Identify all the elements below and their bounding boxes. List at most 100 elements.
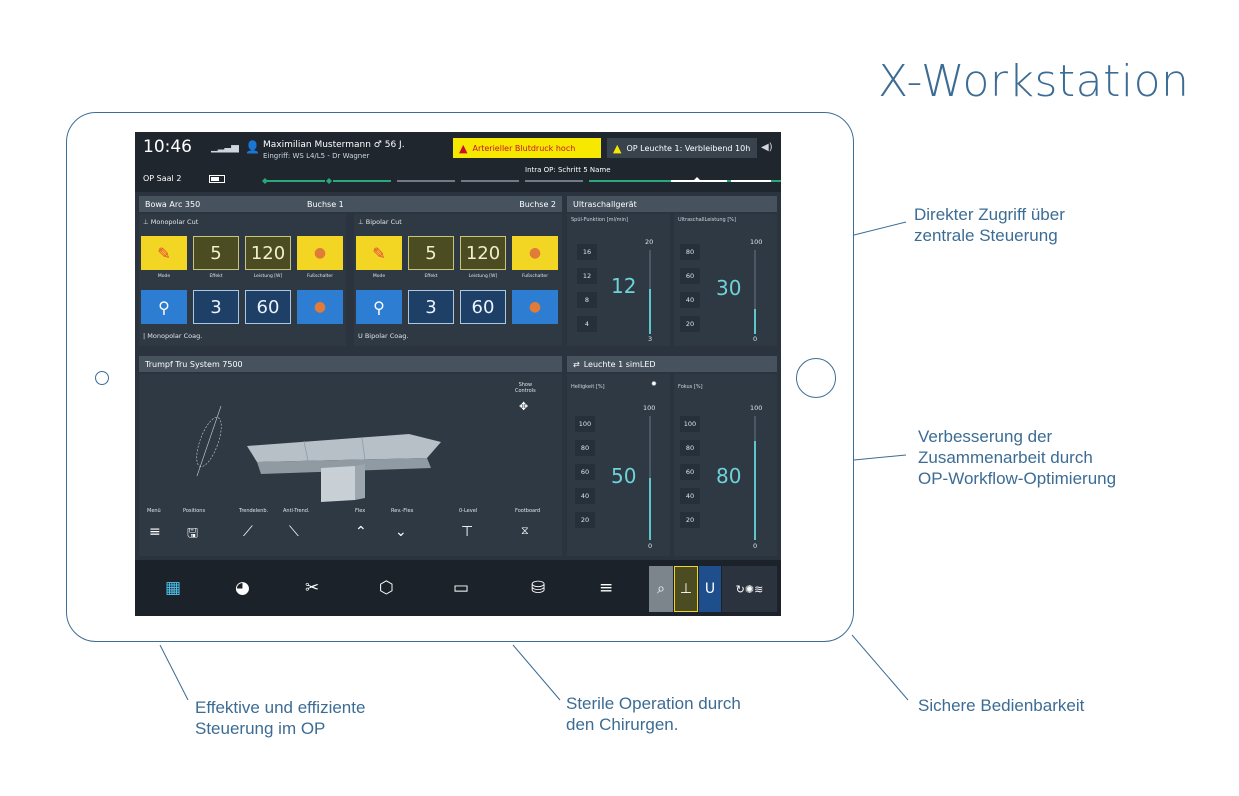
focus-scale-60: 60: [680, 464, 700, 480]
home-button[interactable]: [796, 358, 836, 398]
socket1-label: Buchse 1: [307, 199, 344, 209]
bi-cut-footswitch-button[interactable]: ●: [512, 236, 558, 270]
alert-text: OP Leuchte 1: Verbleibend 10h: [626, 143, 751, 153]
tablet-screen: 10:46 ▁▂▃▅ 👤 Maximilian Mustermann ♂ 56 …: [135, 132, 781, 616]
or-table-illustration: [196, 405, 441, 502]
ctl-footboard-label: Footboard: [515, 508, 541, 514]
annotation-direct-access: Direkter Zugriff über zentrale Steuerung: [914, 204, 1065, 246]
bipolar-cut-text: Bipolar Cut: [365, 218, 402, 226]
zero-level-icon[interactable]: ⊤: [461, 524, 473, 540]
camera-icon[interactable]: ◕: [235, 578, 250, 598]
bipolar-panel: ⊥ Bipolar Cut ✎ 5 120 ● Mode Effekt Leis…: [354, 214, 562, 346]
us-power-label: UltraschallLeistung [%]: [678, 217, 736, 223]
light-title: Leuchte 1 simLED: [583, 359, 656, 369]
bowa-header: Bowa Arc 350 Buchse 1 Buchse 2: [139, 196, 562, 212]
mono-coag-effekt[interactable]: 3: [193, 290, 239, 324]
ultrasound-header: Ultraschallgerät: [567, 196, 777, 212]
speaker-icon[interactable]: ◀): [761, 142, 773, 153]
focus-value: 80: [716, 464, 742, 488]
brightness-max: 100: [643, 404, 656, 412]
bi-cut-mode-button[interactable]: ✎: [356, 236, 402, 270]
workflow-step-label: Intra OP: Schritt 5 Name: [525, 166, 611, 174]
brightness-scale-60: 60: [575, 464, 595, 480]
bi-coag-footswitch-button[interactable]: ●: [512, 290, 558, 324]
rinse-scale-8: 8: [577, 292, 597, 308]
multi-tool-button[interactable]: ↻✺≋: [722, 566, 777, 612]
bi-cut-leistung[interactable]: 120: [460, 236, 506, 270]
us-power-scale-20: 20: [680, 316, 700, 332]
patient-info[interactable]: Maximilian Mustermann ♂ 56 J.: [263, 140, 405, 150]
bi-coag-mode-button[interactable]: ⚲: [356, 290, 402, 324]
procedure-info: Eingriff: WS L4/L5 - Dr Wagner: [263, 152, 370, 160]
warning-icon: ▲: [459, 141, 468, 155]
bi-coag-leistung[interactable]: 60: [460, 290, 506, 324]
scalpel-icon: ✎: [372, 243, 386, 263]
footboard-icon[interactable]: ⧖: [521, 524, 529, 538]
alert-op-light[interactable]: ▲ OP Leuchte 1: Verbleibend 10h: [607, 138, 757, 158]
rev-flex-icon[interactable]: ⌄: [395, 524, 407, 540]
battery-icon: [209, 175, 225, 183]
effekt-label: Effekt: [209, 274, 223, 279]
page: X-Workstation Direkter Zugriff über zent…: [0, 0, 1239, 796]
annotation-line: Verbesserung der: [918, 427, 1053, 446]
cube-icon[interactable]: ⬡: [379, 578, 394, 598]
flex-icon[interactable]: ⌃: [355, 524, 367, 540]
tools-icon: ↻✺≋: [735, 582, 764, 596]
brightness-fill: [649, 478, 651, 540]
bipolar-tool-button[interactable]: U: [699, 566, 721, 612]
ctl-0-level-label: 0-Level: [459, 508, 478, 514]
mode-label: Mode: [157, 274, 171, 279]
move-arrows-icon[interactable]: ✥: [519, 400, 528, 413]
mono-coag-mode-button[interactable]: ⚲: [141, 290, 187, 324]
ball-electrode-icon: ⚲: [373, 297, 385, 317]
mono-coag-footswitch-button[interactable]: ●: [297, 290, 343, 324]
monopolar-tool-button[interactable]: ⊥: [674, 566, 698, 612]
focus-scale-40: 40: [680, 488, 700, 504]
database-icon[interactable]: ⛁: [531, 578, 545, 598]
socket2-label: Buchse 2: [519, 199, 556, 209]
trendelenburg-icon[interactable]: ⟋: [243, 524, 253, 540]
us-power-scale-40: 40: [680, 292, 700, 308]
mono-cut-footswitch-button[interactable]: ●: [297, 236, 343, 270]
focus-fill: [754, 441, 756, 540]
patient-gender-age: ♂ 56 J.: [373, 140, 405, 150]
rinse-panel[interactable]: Spül-Funktion [ml/min] 20 16 12 8 4 12 3: [567, 214, 670, 346]
show-controls-label[interactable]: Show Controls: [515, 382, 536, 394]
monitor-icon[interactable]: ▭: [453, 578, 469, 598]
scissors-icon[interactable]: ✂: [305, 578, 319, 598]
clock: 10:46: [143, 137, 192, 157]
light-header: ⇄ Leuchte 1 simLED: [567, 356, 777, 372]
workflow-progress[interactable]: [261, 176, 781, 186]
bipolar-coag-text: Bipolar Coag.: [364, 332, 409, 340]
anti-trendelenburg-icon[interactable]: ⟍: [289, 524, 299, 540]
focus-panel[interactable]: Fokus [%] 100 100 80 60 40 20 80 0: [674, 374, 777, 556]
save-icon[interactable]: 🖫: [187, 524, 198, 546]
mono-cut-leistung[interactable]: 120: [245, 236, 291, 270]
mono-cut-mode-button[interactable]: ✎: [141, 236, 187, 270]
us-power-fill: [754, 309, 756, 334]
us-power-value: 30: [716, 276, 742, 300]
ultrasound-title: Ultraschallgerät: [573, 199, 637, 209]
brightness-min: 0: [648, 542, 653, 550]
focus-scale-80: 80: [680, 440, 700, 456]
bi-cut-effekt[interactable]: 5: [408, 236, 454, 270]
mono-coag-leistung[interactable]: 60: [245, 290, 291, 324]
dashboard-icon[interactable]: ▦: [165, 578, 181, 598]
annotation-line: den Chirurgen.: [566, 715, 679, 734]
menu-icon[interactable]: ≡: [149, 524, 161, 540]
annotation-line: Sichere Bedienbarkeit: [918, 696, 1085, 715]
monopolar-cut-label: ⊥ Monopolar Cut: [143, 218, 199, 226]
menu-icon[interactable]: ≡: [599, 578, 613, 598]
brightness-value: 50: [611, 464, 637, 488]
sun-icon: ✹: [651, 380, 657, 388]
bipolar-coag-label: U Bipolar Coag.: [358, 332, 409, 340]
search-tool-button[interactable]: ⌕: [649, 566, 673, 612]
rinse-max: 20: [645, 238, 654, 246]
brightness-panel[interactable]: Helligkeit [%] ✹ 100 100 80 60 40 20 50 …: [567, 374, 670, 556]
alert-blood-pressure[interactable]: ▲ Arterieller Blutdruck hoch: [453, 138, 601, 158]
mono-cut-effekt[interactable]: 5: [193, 236, 239, 270]
annotation-line: OP-Workflow-Optimierung: [918, 469, 1117, 488]
us-power-panel[interactable]: UltraschallLeistung [%] 100 80 60 40 20 …: [674, 214, 777, 346]
bi-coag-effekt[interactable]: 3: [408, 290, 454, 324]
focus-min: 0: [753, 542, 758, 550]
